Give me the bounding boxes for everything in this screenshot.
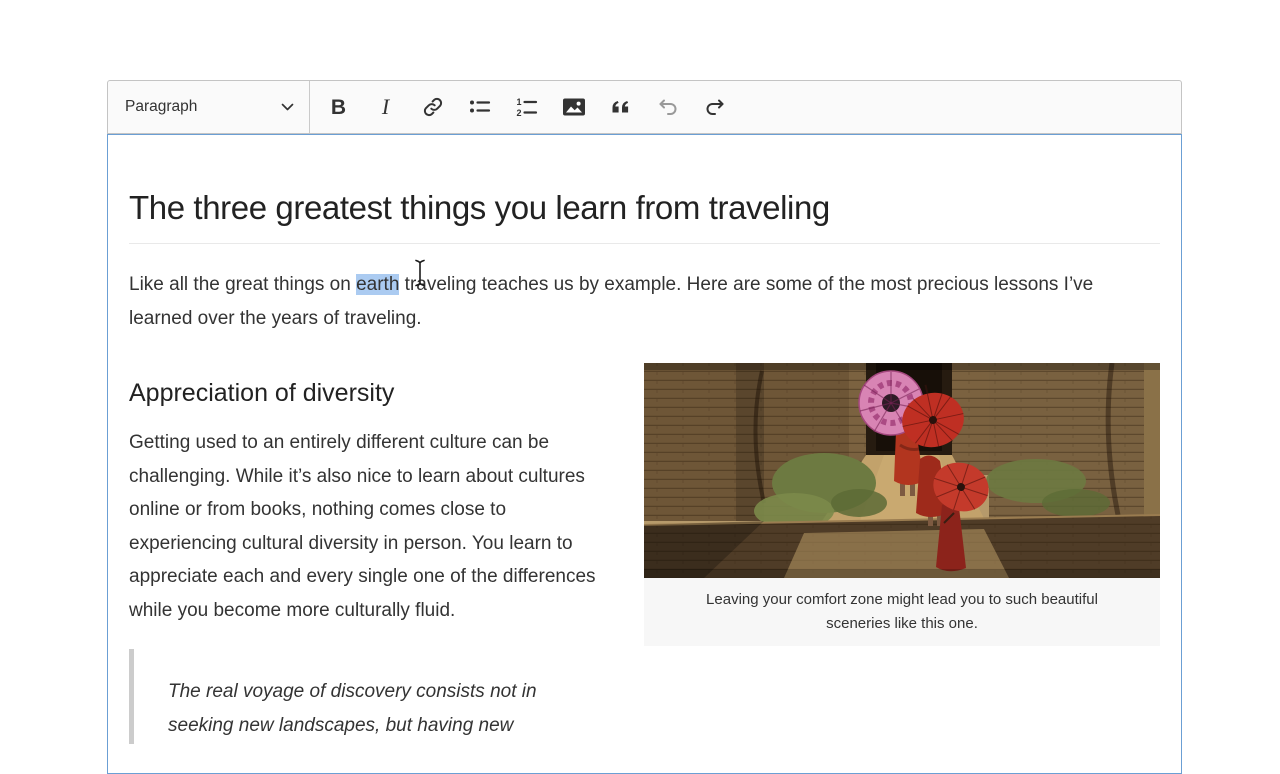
link-icon [423, 97, 442, 117]
rich-text-editor: Paragraph B I 1 2 The three greatest thi… [107, 80, 1182, 774]
undo-button[interactable] [648, 87, 688, 127]
italic-icon: I [381, 94, 390, 119]
paragraph-style-dropdown[interactable]: Paragraph [108, 81, 309, 133]
numbered-list-icon: 1 2 [516, 97, 537, 118]
editor-toolbar: Paragraph B I 1 2 [107, 80, 1182, 134]
block-quote-button[interactable] [601, 87, 641, 127]
bold-button[interactable]: B [319, 87, 359, 127]
numbered-list-button[interactable]: 1 2 [507, 87, 547, 127]
paragraph-style-label: Paragraph [125, 98, 198, 115]
redo-button[interactable] [695, 87, 735, 127]
block-quote-icon [612, 101, 628, 113]
link-button[interactable] [413, 87, 453, 127]
intro-text-before: Like all the great things on [129, 274, 357, 295]
redo-icon [706, 99, 723, 115]
text-cursor [412, 258, 428, 293]
bulleted-list-icon [469, 100, 490, 113]
toolbar-buttons: B I 1 2 [310, 87, 738, 127]
svg-text:1: 1 [516, 97, 521, 107]
svg-text:2: 2 [516, 108, 521, 118]
image-icon [562, 98, 585, 116]
insert-image-button[interactable] [554, 87, 594, 127]
quote-text: The real voyage of discovery consists no… [168, 681, 537, 736]
monks-umbrellas-illustration [644, 363, 1160, 578]
chevron-down-icon [281, 103, 294, 110]
travel-photo [644, 363, 1160, 578]
intro-paragraph: Like all the great things on earth trave… [129, 268, 1160, 335]
side-image-figure[interactable]: Leaving your comfort zone might lead you… [644, 363, 1160, 646]
editor-content-area[interactable]: The three greatest things you learn from… [107, 134, 1182, 774]
undo-icon [659, 99, 676, 115]
italic-button[interactable]: I [366, 87, 406, 127]
selected-text: earth [356, 274, 400, 295]
bulleted-list-button[interactable] [460, 87, 500, 127]
bold-icon: B [330, 95, 347, 119]
image-caption: Leaving your comfort zone might lead you… [644, 578, 1160, 646]
document-title: The three greatest things you learn from… [129, 189, 1160, 244]
block-quote: The real voyage of discovery consists no… [129, 649, 1160, 744]
